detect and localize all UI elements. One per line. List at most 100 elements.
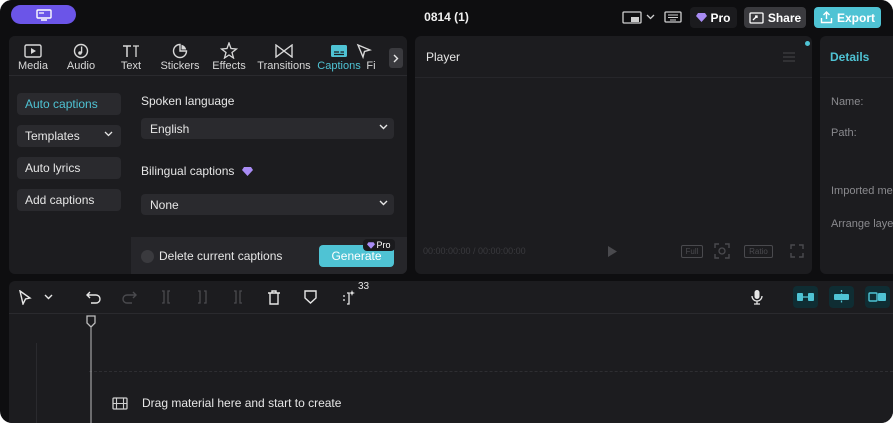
spoken-language-select[interactable]: English bbox=[141, 118, 394, 139]
tab-label: Media bbox=[18, 60, 48, 72]
control-label: Full bbox=[685, 247, 699, 256]
export-button[interactable]: Export bbox=[814, 7, 881, 28]
effects-icon bbox=[220, 42, 238, 59]
split-left-button[interactable] bbox=[193, 288, 211, 306]
play-button[interactable] bbox=[605, 243, 619, 259]
export-label: Export bbox=[836, 10, 875, 25]
delete-captions-checkbox[interactable] bbox=[141, 250, 154, 263]
text-icon bbox=[123, 44, 139, 57]
tab-media[interactable]: Media bbox=[13, 41, 53, 73]
app-window: 0814 (1) Pro Share Export Media Audio Te… bbox=[0, 0, 893, 423]
player-menu-button[interactable] bbox=[782, 51, 796, 63]
link-icon bbox=[868, 292, 886, 302]
pro-label: Pro bbox=[710, 10, 731, 25]
menu-item-add-captions[interactable]: Add captions bbox=[17, 189, 121, 211]
tab-label: Text bbox=[120, 60, 142, 72]
detail-arrange-label: Arrange laye bbox=[831, 218, 893, 230]
title-bar: 0814 (1) Pro Share Export bbox=[0, 0, 893, 36]
keyboard-shortcuts-button[interactable] bbox=[664, 10, 682, 24]
share-label: Share bbox=[767, 10, 802, 25]
menu-item-auto-lyrics[interactable]: Auto lyrics bbox=[17, 157, 121, 179]
ratio-button[interactable]: Ratio bbox=[744, 245, 773, 258]
tab-text[interactable]: Text bbox=[114, 41, 148, 73]
trash-icon bbox=[268, 289, 280, 305]
playhead[interactable] bbox=[85, 315, 97, 423]
cursor-icon bbox=[19, 289, 32, 305]
mark-button[interactable] bbox=[301, 288, 319, 306]
select-value: None bbox=[150, 197, 179, 212]
tab-stickers[interactable]: Stickers bbox=[157, 41, 203, 73]
bilingual-label-text: Bilingual captions bbox=[141, 164, 235, 178]
record-voiceover-button[interactable] bbox=[748, 288, 766, 306]
magnet-link-icon bbox=[797, 293, 814, 301]
clip-count: 33 bbox=[358, 281, 370, 292]
fullscreen-button[interactable] bbox=[789, 243, 805, 259]
auto-cut-button[interactable] bbox=[339, 288, 357, 306]
divider bbox=[9, 313, 893, 314]
split-right-icon bbox=[234, 290, 242, 304]
menu-item-label: Auto captions bbox=[25, 97, 98, 111]
undo-icon bbox=[85, 291, 101, 304]
split-button[interactable] bbox=[157, 288, 175, 306]
assets-panel: Media Audio Text Stickers Effects Transi… bbox=[9, 36, 407, 274]
bilingual-captions-select[interactable]: None bbox=[141, 194, 394, 215]
select-mode-dropdown[interactable] bbox=[39, 288, 57, 306]
detail-imported-label: Imported me bbox=[831, 185, 893, 197]
menu-item-label: Auto lyrics bbox=[25, 161, 81, 175]
chevron-down-icon bbox=[104, 131, 113, 137]
tool-tabs: Media Audio Text Stickers Effects Transi… bbox=[9, 36, 407, 76]
playhead-icon bbox=[86, 315, 96, 423]
pro-upgrade-button[interactable]: Pro bbox=[690, 7, 737, 28]
redo-button[interactable] bbox=[120, 288, 138, 306]
menu-item-label: Templates bbox=[25, 129, 80, 143]
focus-icon bbox=[714, 243, 730, 259]
auto-snapping-button[interactable] bbox=[829, 286, 854, 308]
tab-label: Audio bbox=[66, 60, 96, 72]
captions-footer: Delete current captions Generate Pro bbox=[131, 237, 407, 274]
fullscreen-icon bbox=[790, 244, 804, 258]
transitions-icon bbox=[275, 43, 293, 58]
details-title: Details bbox=[830, 50, 870, 64]
tab-filters[interactable]: Fi bbox=[352, 41, 376, 73]
chevron-down-icon bbox=[379, 124, 388, 130]
tab-label: Stickers bbox=[160, 60, 200, 72]
magic-split-icon bbox=[343, 290, 355, 305]
divider bbox=[415, 77, 812, 78]
delete-button[interactable] bbox=[265, 288, 283, 306]
main-track-magnet-button[interactable] bbox=[793, 286, 818, 308]
share-icon bbox=[749, 11, 764, 24]
diamond-icon bbox=[696, 13, 708, 22]
linkage-button[interactable] bbox=[865, 286, 890, 308]
tab-effects[interactable]: Effects bbox=[210, 41, 248, 73]
snapshot-button[interactable] bbox=[713, 243, 731, 259]
audio-icon bbox=[73, 43, 89, 58]
undo-button[interactable] bbox=[84, 288, 102, 306]
diamond-icon bbox=[241, 167, 253, 177]
notification-dot bbox=[805, 41, 810, 46]
drop-zone-line bbox=[89, 371, 893, 372]
chevron-down-icon bbox=[646, 14, 655, 20]
tab-transitions[interactable]: Transitions bbox=[256, 41, 312, 73]
tab-audio[interactable]: Audio bbox=[62, 41, 100, 73]
tab-label: Effects bbox=[212, 60, 246, 72]
menu-item-templates[interactable]: Templates bbox=[17, 125, 121, 147]
split-right-button[interactable] bbox=[229, 288, 247, 306]
full-quality-button[interactable]: Full bbox=[681, 245, 703, 258]
keyboard-icon bbox=[664, 11, 682, 23]
select-tool-button[interactable] bbox=[16, 288, 34, 306]
spoken-language-label: Spoken language bbox=[141, 94, 235, 108]
snap-icon bbox=[834, 290, 849, 304]
split-left-icon bbox=[198, 290, 207, 304]
generate-label: Generate bbox=[331, 249, 382, 263]
menu-item-label: Add captions bbox=[25, 193, 95, 207]
shield-icon bbox=[303, 290, 317, 304]
detail-name-label: Name: bbox=[831, 96, 864, 108]
details-panel: Details Name: Path: Imported me Arrange … bbox=[820, 36, 893, 274]
diamond-icon bbox=[367, 241, 376, 249]
chevron-right-icon bbox=[393, 54, 399, 62]
menu-item-auto-captions[interactable]: Auto captions bbox=[17, 93, 121, 115]
select-value: English bbox=[150, 121, 190, 136]
tabs-scroll-right-button[interactable] bbox=[389, 48, 403, 68]
share-button[interactable]: Share bbox=[744, 7, 806, 28]
layout-switcher[interactable] bbox=[622, 10, 662, 24]
